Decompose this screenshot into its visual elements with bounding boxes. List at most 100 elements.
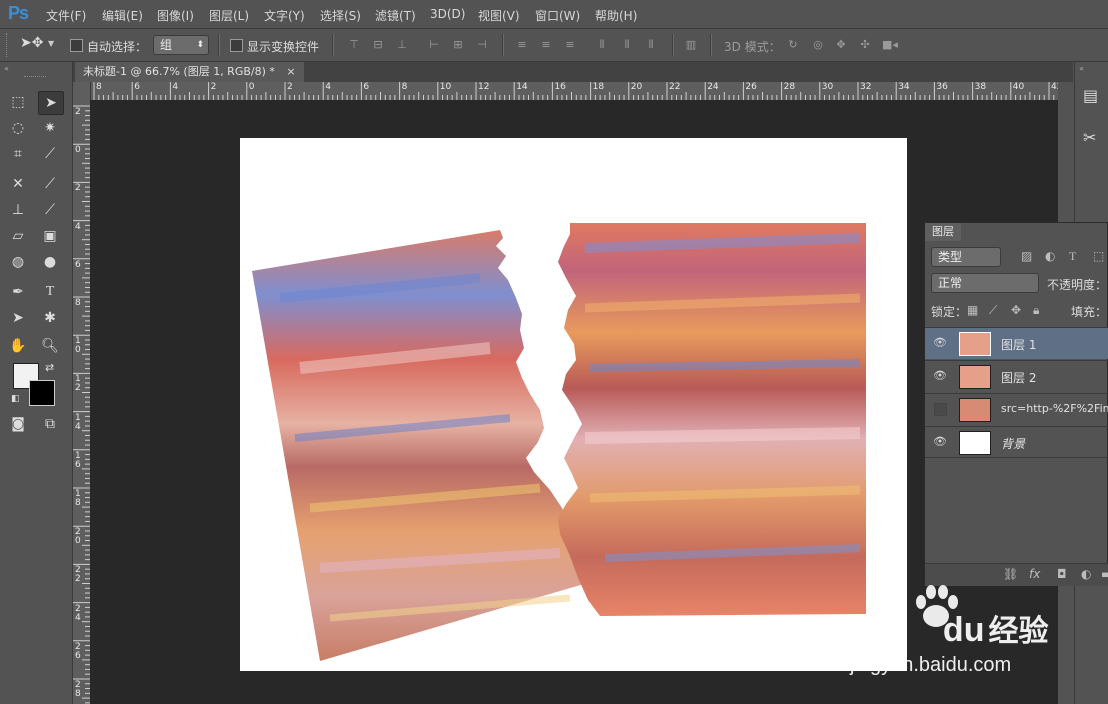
align-left-icon[interactable]: ⊢ <box>427 38 441 52</box>
layer-filter-dropdown[interactable]: 类型 <box>931 247 1001 267</box>
adjustments-panel-icon[interactable]: ✂ <box>1083 128 1096 147</box>
layer-row[interactable]: src=http-%2F%2Fim <box>925 393 1108 425</box>
ruler-label: 22 <box>669 82 681 92</box>
document-canvas[interactable] <box>240 138 907 671</box>
show-transform-checkbox[interactable] <box>230 39 243 52</box>
layer-name: src=http-%2F%2Fim <box>1001 402 1108 415</box>
distribute-hcenter-icon[interactable]: ⫴ <box>620 38 634 52</box>
menu-layer[interactable]: 图层(L) <box>209 7 249 24</box>
menu-view[interactable]: 视图(V) <box>478 7 520 24</box>
3d-scale-icon[interactable]: ■◂ <box>882 38 898 52</box>
lock-transparent-icon[interactable]: ▦ <box>967 303 978 317</box>
filter-shape-icon[interactable]: ⬚ <box>1093 249 1104 263</box>
menu-image[interactable]: 图像(I) <box>157 7 194 24</box>
menu-file[interactable]: 文件(F) <box>46 7 86 24</box>
lock-label: 锁定： <box>931 305 968 319</box>
document-tab[interactable]: 未标题-1 @ 66.7% (图层 1, RGB/8) * × <box>75 62 304 82</box>
type-tool-icon[interactable]: T <box>38 281 62 303</box>
zoom-tool-icon[interactable]: 🔍︎ <box>38 335 62 357</box>
layer-row[interactable]: 👁︎ 图层 1 <box>925 327 1108 359</box>
filter-image-icon[interactable]: ▨ <box>1021 249 1032 263</box>
move-tool-icon[interactable]: ➤ <box>38 91 64 115</box>
menu-select[interactable]: 选择(S) <box>320 7 361 24</box>
lasso-tool-icon[interactable]: ◌ <box>6 117 30 139</box>
lock-pixels-icon[interactable]: ⟋ <box>989 303 997 318</box>
lock-all-icon[interactable]: 🔒︎ <box>1033 303 1039 318</box>
swap-colors-icon[interactable]: ⇄ <box>45 361 54 374</box>
magic-wand-tool-icon[interactable]: ✷ <box>38 117 62 139</box>
menu-type[interactable]: 文字(Y) <box>264 7 305 24</box>
3d-roll-icon[interactable]: ◎ <box>811 38 825 52</box>
menu-3d[interactable]: 3D(D) <box>430 7 465 21</box>
ruler-label: 30 <box>821 82 834 92</box>
menu-window[interactable]: 窗口(W) <box>535 7 580 24</box>
eraser-tool-icon[interactable]: ▱ <box>6 225 30 247</box>
blur-tool-icon[interactable]: ◍ <box>6 251 30 273</box>
eye-icon[interactable]: 👁︎ <box>933 336 947 350</box>
quick-mask-icon[interactable]: ◙ <box>6 413 30 435</box>
menu-filter[interactable]: 滤镜(T) <box>375 7 416 24</box>
crop-tool-icon[interactable]: ⌗ <box>6 143 30 165</box>
distribute-left-icon[interactable]: ⫴ <box>595 38 609 52</box>
filter-adjustment-icon[interactable]: ◐ <box>1045 249 1055 263</box>
layer-thumbnail <box>959 332 991 356</box>
grip-handle[interactable] <box>24 76 46 80</box>
align-vcenter-icon[interactable]: ⊟ <box>371 38 385 52</box>
close-icon[interactable]: × <box>286 65 295 78</box>
menu-help[interactable]: 帮助(H) <box>595 7 637 24</box>
gradient-tool-icon[interactable]: ▣ <box>38 225 62 247</box>
pen-tool-icon[interactable]: ✒ <box>6 281 30 303</box>
3d-slide-icon[interactable]: ✣ <box>858 38 872 52</box>
layer-row[interactable]: 👁︎ 背景 <box>925 426 1108 458</box>
hand-tool-icon[interactable]: ✋ <box>6 335 30 357</box>
layer-row[interactable]: 👁︎ 图层 2 <box>925 360 1108 392</box>
grip-handle[interactable] <box>6 33 9 57</box>
eyedropper-tool-icon[interactable]: ⟋ <box>38 143 62 165</box>
distribute-top-icon[interactable]: ≡ <box>515 38 529 52</box>
background-color-swatch[interactable] <box>29 380 55 406</box>
ruler-label: 24 <box>707 82 719 92</box>
hidden-visibility-box[interactable] <box>934 403 947 416</box>
path-selection-tool-icon[interactable]: ➤ <box>6 307 30 329</box>
collapse-icon[interactable]: « <box>4 64 9 73</box>
tools-panel: « ⬚ ➤ ◌ ✷ ⌗ ⟋ ✕ ⟋ ⊥ ⟋ ▱ ▣ ◍ ● ✒ T ➤ ✱ ✋ … <box>0 62 73 704</box>
marquee-tool-icon[interactable]: ⬚ <box>6 91 30 113</box>
custom-shape-tool-icon[interactable]: ✱ <box>38 307 62 329</box>
lock-position-icon[interactable]: ✥ <box>1011 303 1021 317</box>
filter-type-icon[interactable]: T <box>1069 249 1076 264</box>
blend-mode-dropdown[interactable]: 正常 <box>931 273 1039 293</box>
distribute-bottom-icon[interactable]: ≡ <box>563 38 577 52</box>
screen-mode-icon[interactable]: ⧉ <box>38 413 62 435</box>
eye-icon[interactable]: 👁︎ <box>933 369 947 383</box>
layer-thumbnail <box>959 365 991 389</box>
layers-tab[interactable]: 图层 <box>925 223 961 241</box>
3d-drag-icon[interactable]: ✥ <box>834 38 848 52</box>
brush-tool-icon[interactable]: ⟋ <box>38 173 62 195</box>
ruler-vertical[interactable]: 2 0 2 4 6 8 10 12 14 16 18 20 22 24 26 28 <box>73 82 91 704</box>
chevron-down-icon[interactable]: ▼ <box>48 39 54 48</box>
healing-brush-tool-icon[interactable]: ✕ <box>6 173 30 195</box>
distribute-vcenter-icon[interactable]: ≡ <box>539 38 553 52</box>
history-brush-tool-icon[interactable]: ⟋ <box>38 199 62 221</box>
align-top-icon[interactable]: ⊤ <box>347 38 361 52</box>
3d-rotate-icon[interactable]: ↻ <box>786 38 800 52</box>
eye-icon[interactable]: 👁︎ <box>933 435 947 449</box>
properties-panel-icon[interactable]: ▤ <box>1083 86 1098 105</box>
distribute-right-icon[interactable]: ⫴ <box>644 38 658 52</box>
default-colors-icon[interactable]: ◧ <box>11 394 20 404</box>
ruler-label: 24 <box>75 603 81 623</box>
ruler-horizontal[interactable]: 8 6 4 2 0 2 4 6 8 10 12 14 16 18 20 22 24 26 28 30 32 34 36 38 4… <box>90 82 1058 101</box>
align-right-icon[interactable]: ⊣ <box>475 38 489 52</box>
align-hcenter-icon[interactable]: ⊞ <box>451 38 465 52</box>
align-bottom-icon[interactable]: ⊥ <box>395 38 409 52</box>
auto-select-checkbox[interactable] <box>70 39 83 52</box>
dodge-tool-icon[interactable]: ● <box>38 251 62 273</box>
menu-edit[interactable]: 编辑(E) <box>102 7 143 24</box>
collapse-icon[interactable]: « <box>1079 64 1084 73</box>
move-tool-preset-icon[interactable]: ➤✥ <box>20 35 43 51</box>
ruler-label: 8 <box>96 82 102 92</box>
clone-stamp-tool-icon[interactable]: ⊥ <box>6 199 30 221</box>
3d-mode-label: 3D 模式： <box>724 40 781 54</box>
auto-select-dropdown[interactable]: 组 ⬍ <box>153 35 209 55</box>
auto-align-icon[interactable]: ▥ <box>684 38 698 52</box>
